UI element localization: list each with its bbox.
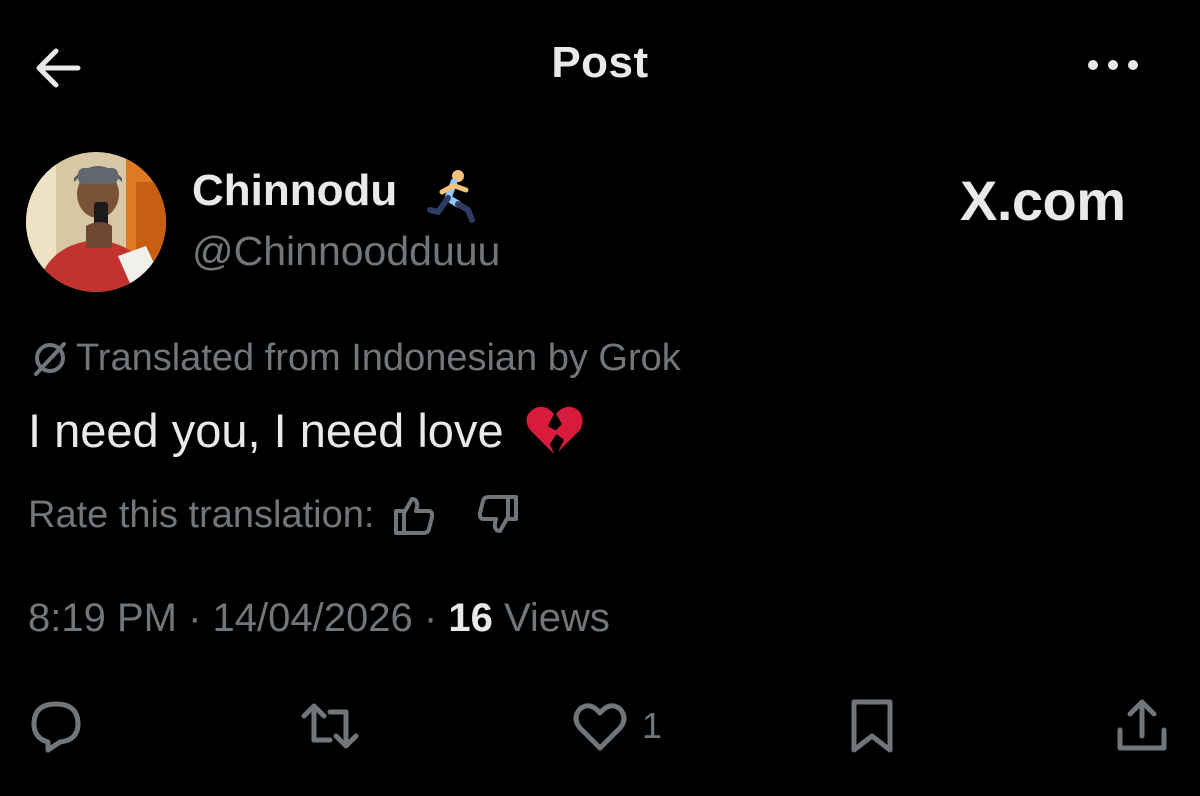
heart-icon [573,703,627,751]
more-options-button[interactable] [1086,52,1146,80]
share-button[interactable] [1112,696,1172,756]
avatar[interactable] [26,152,166,292]
thumbs-up-icon[interactable] [390,491,438,539]
author-display-name[interactable]: Chinnodu [192,166,397,216]
xcom-watermark: X.com [960,169,1126,232]
repost-icon [301,703,359,749]
meta-separator: · [423,596,438,640]
more-horizontal-icon [1088,60,1098,70]
post-meta: 8:19 PM · 14/04/2026 · 16 Views [28,596,610,641]
rate-translation: Rate this translation: [28,490,522,540]
like-button[interactable]: 1 [570,696,662,756]
broken-heart-emoji-icon [526,406,583,454]
translate-slash-icon [34,342,66,376]
post-text: I need you, I need love [28,403,504,457]
post-body: I need you, I need love [28,400,584,460]
reply-icon [31,701,81,753]
translation-notice: Translated from Indonesian by Grok [28,334,681,382]
post-date[interactable]: 14/04/2026 [213,596,413,640]
views-count[interactable]: 16 [448,596,493,640]
post-time[interactable]: 8:19 PM [28,596,177,640]
meta-separator: · [188,596,202,640]
views-label[interactable]: Views [504,596,610,640]
share-icon [1117,699,1167,751]
author-handle[interactable]: @Chinnoodduuu [192,228,500,275]
like-count: 1 [642,705,663,746]
page-title: Post [551,38,649,87]
thumbs-down-icon[interactable] [474,491,522,539]
rate-translation-label: Rate this translation: [28,493,375,536]
bookmark-icon [851,699,893,753]
runner-emoji-icon [424,164,484,224]
avatar-image [26,152,166,292]
repost-button[interactable] [300,696,360,756]
translation-label: Translated from Indonesian by Grok [76,336,681,379]
reply-button[interactable] [26,696,86,756]
bookmark-button[interactable] [842,696,902,756]
